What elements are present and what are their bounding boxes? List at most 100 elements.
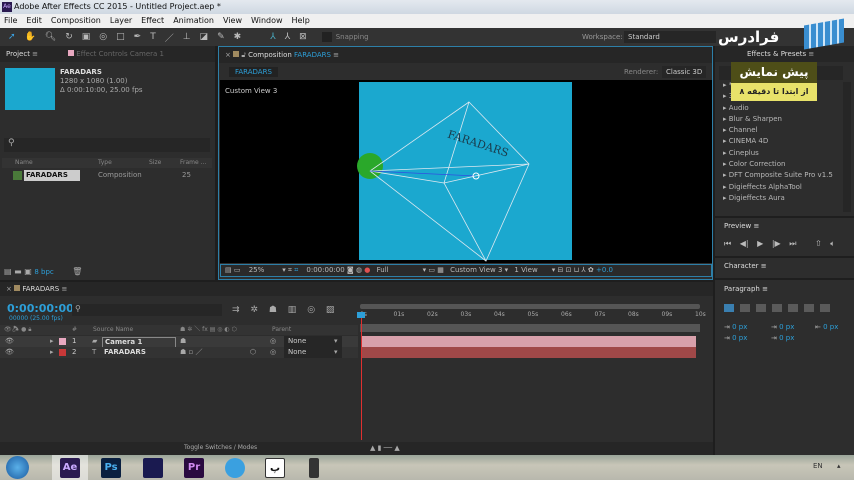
taskbar-camtasia[interactable] xyxy=(309,458,319,478)
label-color[interactable] xyxy=(59,349,66,356)
align-center-button[interactable] xyxy=(740,304,750,312)
current-time[interactable]: 0:00:00:00 xyxy=(306,266,344,274)
effect-category[interactable]: ▸ Cineplus xyxy=(717,148,841,159)
comp-flowchart-icon[interactable]: ⇉ xyxy=(232,305,240,315)
resolution-select[interactable]: Full xyxy=(377,266,389,274)
parent-dropdown-icon[interactable]: ▾ xyxy=(334,336,338,347)
layer-row-1[interactable]: 👁︎ ▸ 1 ▰ Camera 1 ☗ ◎ None ▾ xyxy=(0,336,358,348)
camera-point-of-interest[interactable] xyxy=(357,153,383,179)
toggle-grid-icon[interactable]: ▦ xyxy=(437,266,444,274)
expand-icon[interactable]: ▸ xyxy=(50,347,54,358)
align-right-button[interactable] xyxy=(756,304,766,312)
layout-dropdown-icon[interactable]: ▾ xyxy=(552,266,556,274)
shy-switch-icon[interactable]: ☗ ▫ ／ xyxy=(180,347,202,358)
layer-name[interactable]: FARADARS xyxy=(104,347,146,358)
rotate-tool-icon[interactable]: ↻ xyxy=(65,32,73,42)
last-frame-icon[interactable]: ⏭ xyxy=(789,239,796,248)
pickwhip-icon[interactable]: ◎ xyxy=(270,336,276,347)
monitor-icon[interactable]: ▭ xyxy=(234,266,241,274)
world-axis-icon[interactable]: ⅄ xyxy=(285,32,291,42)
menu-effect[interactable]: Effect xyxy=(141,14,164,28)
justify-center-button[interactable] xyxy=(788,304,798,312)
camera-wireframe[interactable]: FARADARS xyxy=(220,80,712,263)
clone-tool-icon[interactable]: ⊥ xyxy=(183,32,191,42)
timeline-tab[interactable]: × FARADARS ≡ xyxy=(0,282,713,296)
tray-arrow-icon[interactable]: ▴ xyxy=(837,462,841,470)
zoom-slider[interactable]: ▲ ▮ ── ▲ xyxy=(370,444,400,452)
label-color[interactable] xyxy=(59,338,66,345)
time-ruler[interactable]: 0s01s02s03s04s05s06s07s08s09s10s xyxy=(360,311,706,321)
effect-category[interactable]: ▸ Digieffects AlphaTool xyxy=(717,182,841,193)
layout-select[interactable]: 1 View xyxy=(514,266,537,274)
taskbar-quicktime[interactable] xyxy=(225,458,245,478)
first-line-indent[interactable]: ⇥ 0 px xyxy=(724,334,747,342)
transparency-grid-icon[interactable]: ⌗ xyxy=(294,266,298,274)
workspace-select[interactable]: Standard xyxy=(624,31,716,43)
effect-category[interactable]: ▸ Audio xyxy=(717,103,841,114)
timeline-search-input[interactable]: ⚲ xyxy=(72,304,222,316)
layer-row-2[interactable]: 👁︎ ▸ 2 T FARADARS ☗ ▫ ／ ⬡ ◎ None ▾ xyxy=(0,347,358,358)
graph-editor-icon[interactable]: ▨ xyxy=(326,305,335,315)
col-parent[interactable]: Parent xyxy=(272,325,291,335)
effect-category[interactable]: ▸ Color Correction xyxy=(717,159,841,170)
taskbar-after-effects[interactable]: Ae xyxy=(60,458,80,478)
eraser-tool-icon[interactable]: ◪ xyxy=(200,32,209,42)
menu-composition[interactable]: Composition xyxy=(51,14,101,28)
effect-category[interactable]: ▸ Blur & Sharpen xyxy=(717,114,841,125)
taskbar-media-encoder[interactable] xyxy=(143,458,163,478)
comp-viewer[interactable]: Custom View 3 FARADARS xyxy=(220,80,712,263)
playhead-handle[interactable] xyxy=(357,312,365,318)
audio-icon[interactable]: 🔈︎ xyxy=(830,239,835,248)
project-item-faradars[interactable]: FARADARS Composition 25 xyxy=(2,170,202,181)
snapshot-icon[interactable]: ◙ xyxy=(347,266,354,274)
visibility-icon[interactable]: 👁︎ xyxy=(5,347,14,358)
frame-blending-icon[interactable]: ▥ xyxy=(288,305,297,315)
view-dropdown-icon[interactable]: ▾ xyxy=(505,266,509,274)
zoom-select[interactable]: 25% xyxy=(249,266,265,274)
start-button[interactable] xyxy=(6,456,29,479)
3d-layer-icon[interactable]: ⬡ xyxy=(250,347,256,358)
fast-preview-icon[interactable]: ▭ xyxy=(428,266,435,274)
timeline-icon[interactable]: ⊔ xyxy=(574,266,579,274)
show-snapshot-icon[interactable]: ◍ xyxy=(356,266,362,274)
bit-depth[interactable]: 8 bpc xyxy=(34,268,53,276)
space-after[interactable]: ⇥ 0 px xyxy=(771,334,794,342)
puppet-tool-icon[interactable]: ✱ xyxy=(234,32,242,42)
rectangle-tool-icon[interactable]: □ xyxy=(116,32,125,42)
composition-tab[interactable]: × 🔓︎ Composition FARADARS ≡ xyxy=(219,47,712,63)
col-frame[interactable]: Frame ... xyxy=(180,158,206,168)
effect-category[interactable]: ▸ DFT Composite Suite Pro v1.5 xyxy=(717,170,841,181)
indent-left[interactable]: ⇥ 0 px xyxy=(724,323,747,331)
zoom-dropdown-icon[interactable]: ▾ xyxy=(282,266,286,274)
tab-effect-controls[interactable]: Effect Controls Camera 1 xyxy=(76,50,164,58)
channel-icon[interactable]: ● xyxy=(364,266,370,274)
exposure-value[interactable]: +0.0 xyxy=(596,266,613,274)
pan-behind-tool-icon[interactable]: ◎ xyxy=(99,32,107,42)
expand-icon[interactable]: ▸ xyxy=(50,336,54,347)
taskbar-photoshop[interactable]: Ps xyxy=(101,458,121,478)
type-tool-icon[interactable]: T xyxy=(150,32,156,42)
draft-3d-icon[interactable]: ✲ xyxy=(250,305,258,315)
playhead[interactable] xyxy=(361,314,362,440)
roto-tool-icon[interactable]: ✎ xyxy=(217,32,225,42)
visibility-icon[interactable]: 👁︎ xyxy=(5,336,14,347)
toggle-pixel-aspect-icon[interactable]: ⊟ xyxy=(557,266,563,274)
zoom-tool-icon[interactable]: 🔍︎ xyxy=(45,32,56,42)
toggle-switches-modes[interactable]: Toggle Switches / Modes xyxy=(184,444,257,451)
menu-layer[interactable]: Layer xyxy=(110,14,132,28)
effect-category[interactable]: ▸ CINEMA 4D xyxy=(717,136,841,147)
motion-blur-icon[interactable]: ◎ xyxy=(307,305,315,315)
align-left-button[interactable] xyxy=(724,304,734,312)
prev-frame-icon[interactable]: ◀| xyxy=(740,239,749,248)
new-folder-icon[interactable]: ▬ xyxy=(14,267,22,276)
always-preview-icon[interactable]: ▤ xyxy=(225,266,232,274)
loop-icon[interactable]: ⇧ xyxy=(815,239,822,248)
menu-edit[interactable]: Edit xyxy=(26,14,42,28)
character-title[interactable]: Character ≡ xyxy=(724,262,767,270)
roi-icon[interactable]: ⌗ xyxy=(288,266,292,274)
selection-tool-icon[interactable]: ➚ xyxy=(8,32,16,42)
col-source-name[interactable]: Source Name xyxy=(93,325,133,335)
effect-category[interactable]: ▸ Channel xyxy=(717,125,841,136)
menu-animation[interactable]: Animation xyxy=(173,14,214,28)
justify-right-button[interactable] xyxy=(804,304,814,312)
